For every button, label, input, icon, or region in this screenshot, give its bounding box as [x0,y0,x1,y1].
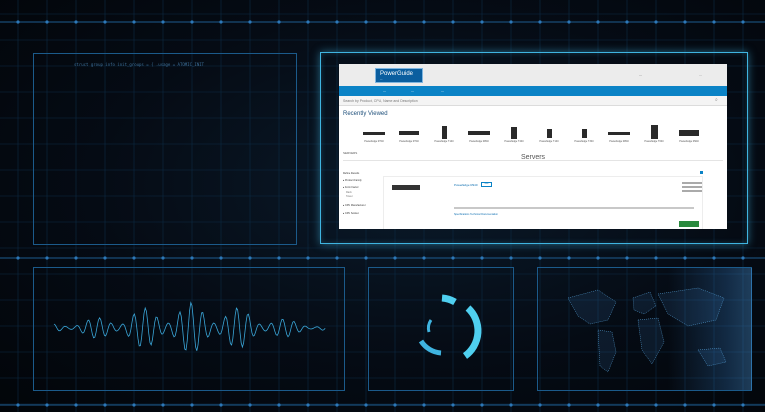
world-map-panel [537,267,752,391]
product-thumb: PowerEdge T440 [499,124,529,146]
spinner-panel [368,267,514,391]
browser-header: PowerGuide — — — [339,64,727,86]
waveform-graphic [53,301,326,351]
continent-shape [567,289,617,325]
loading-spinner-icon [418,294,482,359]
product-label: PowerEdge R840 [469,140,489,143]
product-thumb: PowerEdge R740 [359,124,389,146]
product-thumb: PowerEdge T340 [569,124,599,146]
product-label: PowerEdge R940 [679,140,699,143]
nav-item-1: — [383,89,386,93]
filter-item: ▸ CPU Socket [343,212,359,215]
product-label: PowerEdge T340 [574,140,594,143]
server-image [679,130,699,136]
server-image [581,129,587,138]
code-line: struct group info init_groups = { .usage… [74,62,205,67]
product-label: PowerEdge R740 [364,140,384,143]
server-image [546,129,552,138]
server-image [363,132,385,135]
code-panel: struct group info init_groups = { .usage… [33,53,297,245]
result-links: Specifications Technical Documentation [454,213,499,216]
waveform-panel [33,267,345,391]
server-image [468,131,490,135]
powerguide-logo: PowerGuide — [375,68,423,83]
filter-item: ▸ CPU Manufacturer [343,204,366,207]
continent-shape [632,291,657,315]
result-card: PowerEdge R940 New Specifications Techni… [383,176,703,229]
product-label: PowerEdge T640 [644,140,664,143]
nav-item-3: — [441,89,444,93]
product-label: PowerEdge T140 [539,140,559,143]
embedded-browser-screenshot: PowerGuide — — — — — — Search by Product… [339,64,727,229]
product-thumb: PowerEdge R840 [604,124,634,146]
filter-sidebar: Refine Results ▸ Product Family ▸ Form F… [343,172,379,229]
header-user-link: — [639,73,642,77]
filter-sub-item: Rack [346,191,352,194]
logo-text: PowerGuide [380,71,414,77]
product-thumb: PowerEdge R940 [674,124,704,146]
product-label: PowerEdge T440 [504,140,524,143]
hud-scene: struct group info init_groups = { .usage… [0,0,765,412]
server-image [650,125,658,139]
continent-shape [657,287,725,327]
result-action-button [679,221,699,227]
search-icon: ⌕ [715,97,718,103]
recently-viewed-products: PowerEdge R740 PowerEdge R740 PowerEdge T1… [339,124,727,146]
browser-nav-bar: — — — [339,86,727,96]
filter-title: Refine Results [343,172,360,175]
info-badge [700,171,703,174]
product-thumb: PowerEdge R840 [464,124,494,146]
product-thumb: PowerEdge T140 [534,124,564,146]
filter-item: ▸ Form Factor [343,186,359,189]
continent-shape [697,347,727,367]
server-image [441,126,447,139]
waveform-line [53,301,326,351]
product-label: PowerEdge R840 [609,140,629,143]
filter-item: ▸ Product Family [343,179,362,182]
nav-item-2: — [411,89,414,93]
result-meta [682,182,702,196]
server-image [511,127,517,139]
world-map-graphic [567,287,727,373]
server-image [399,131,419,135]
product-label: PowerEdge T140 [434,140,454,143]
product-label: PowerEdge R740 [399,140,419,143]
filter-sub-item: Tower [346,195,353,198]
recently-viewed-title: Recently Viewed [343,111,388,117]
product-thumb: PowerEdge T640 [639,124,669,146]
continent-shape [637,317,665,365]
server-image [392,185,420,190]
continent-shape [597,329,617,373]
servers-heading: Servers [520,154,546,161]
product-thumb: PowerEdge T140 [429,124,459,146]
logo-subtext: — [380,78,383,81]
result-description [454,207,694,209]
result-name: PowerEdge R940 [454,183,478,187]
search-placeholder: Search by Product, CPU, Name and Descrip… [343,99,418,103]
browser-search-bar: Search by Product, CPU, Name and Descrip… [339,96,727,106]
product-thumb: PowerEdge R740 [394,124,424,146]
header-user-right: — [699,73,702,77]
server-image [608,132,630,135]
result-badge: New [481,182,492,187]
